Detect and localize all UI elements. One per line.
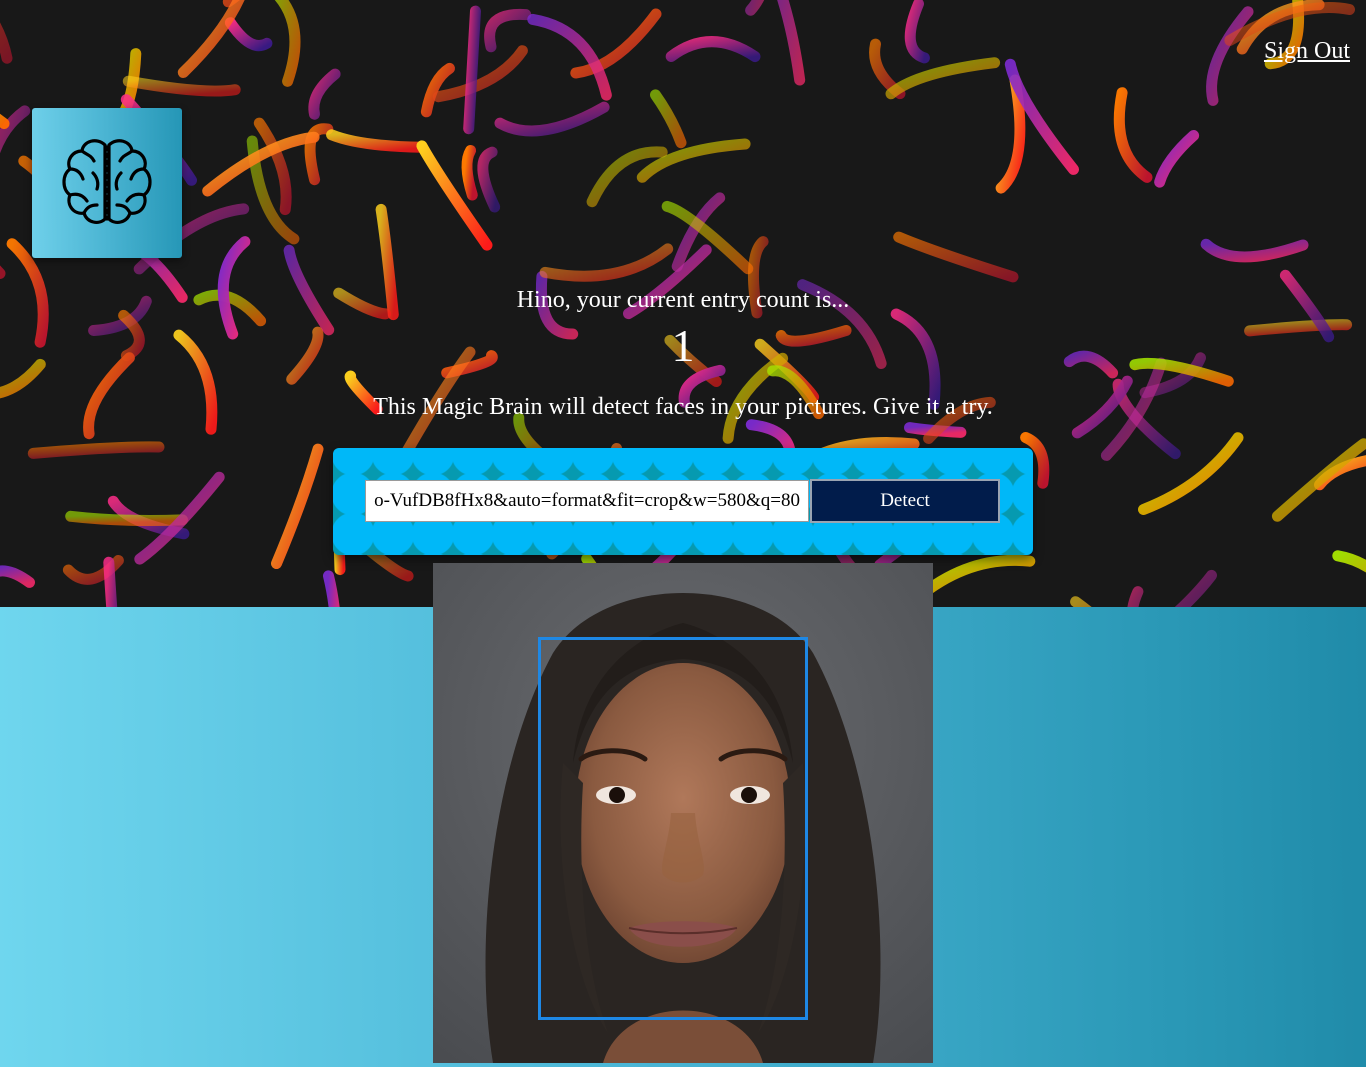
detect-button[interactable]: Detect [810,479,1000,523]
face-bounding-box [538,637,808,1020]
particle-streak [323,570,340,607]
entry-count-label: Hino, your current entry count is... [516,287,850,313]
particle-streak [477,146,501,213]
particle-streak [0,113,10,130]
particle-streak [904,0,930,64]
entry-count-value: 1 [671,320,695,371]
particle-streak [885,57,1001,100]
particle-streak [274,0,301,87]
particle-streak [650,89,687,149]
particle-streak [1113,87,1153,183]
particle-streak [893,231,1019,283]
sign-out-link[interactable]: Sign Out [1264,38,1350,65]
brain-icon [62,139,152,224]
particle-streak [777,0,806,86]
particle-streak [745,0,765,16]
particle-streak [527,13,612,101]
description-text: This Magic Brain will detect faces in yo… [373,394,993,420]
particle-streak [1206,6,1254,106]
particle-streak [224,17,273,52]
particle-streak [1154,130,1200,188]
particle-streak [1200,238,1309,263]
particle-streak [27,441,165,459]
particle-streak [0,105,31,154]
particle-streak [1271,438,1366,522]
particle-streak [0,565,35,588]
particle-streak [494,101,610,137]
particle-streak [665,36,761,63]
particle-streak [1332,550,1366,573]
image-url-input[interactable] [365,480,809,522]
particle-streak [326,129,428,153]
particle-streak [912,554,1036,604]
image-url-form: Detect [333,448,1033,555]
particle-streak [586,146,668,208]
particle-streak [308,68,341,120]
particle-streak [122,75,241,97]
result-image [433,563,933,1063]
logo-tile[interactable] [32,108,182,258]
particle-streak [65,510,188,527]
particle-streak [461,145,478,201]
particle-streak [539,243,674,282]
particle-streak [463,5,481,135]
particle-streak [1127,586,1144,607]
particle-streak [271,443,324,569]
particle-streak [1138,432,1244,515]
particle-streak [0,22,13,64]
particle-streak [484,8,532,53]
